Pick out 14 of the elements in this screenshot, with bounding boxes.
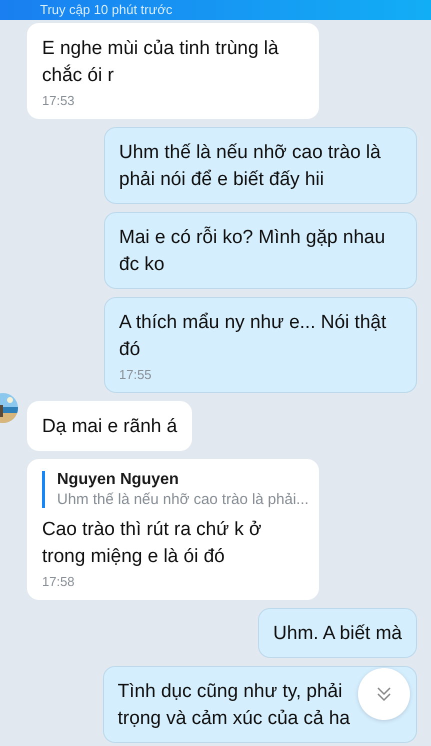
quote-author: Nguyen Nguyen [57,471,180,489]
message-time: 17:58 [42,574,76,589]
message-text-line: Tình dục cũng như ty, phải [118,680,342,704]
message-text: E nghe mùi của tinh trùng là chắc ói r [42,37,280,88]
message-text: Uhm thế là nếu nhỡ cao trào là phải nói để e biết đấy hii [119,141,382,192]
message-time: 17:53 [42,93,76,108]
message-text: Uhm. A biết mà [273,622,402,646]
message-text: Mai e có rỗi ko? Mình gặp nhau đc ko [119,226,386,277]
message-text: Cao trào thì rút ra chứ k ở trong miệng e là ói đó [42,518,262,569]
last-seen-text: Truy cập 10 phút trước [40,2,172,19]
message-text: A thích mẩu ny như e... Nói thật đó [119,311,388,362]
message-text-line: trọng và cảm xúc của cả ha [118,707,350,731]
message-text: Dạ mai e rãnh á [42,415,178,439]
message-time: 17:55 [119,367,153,382]
